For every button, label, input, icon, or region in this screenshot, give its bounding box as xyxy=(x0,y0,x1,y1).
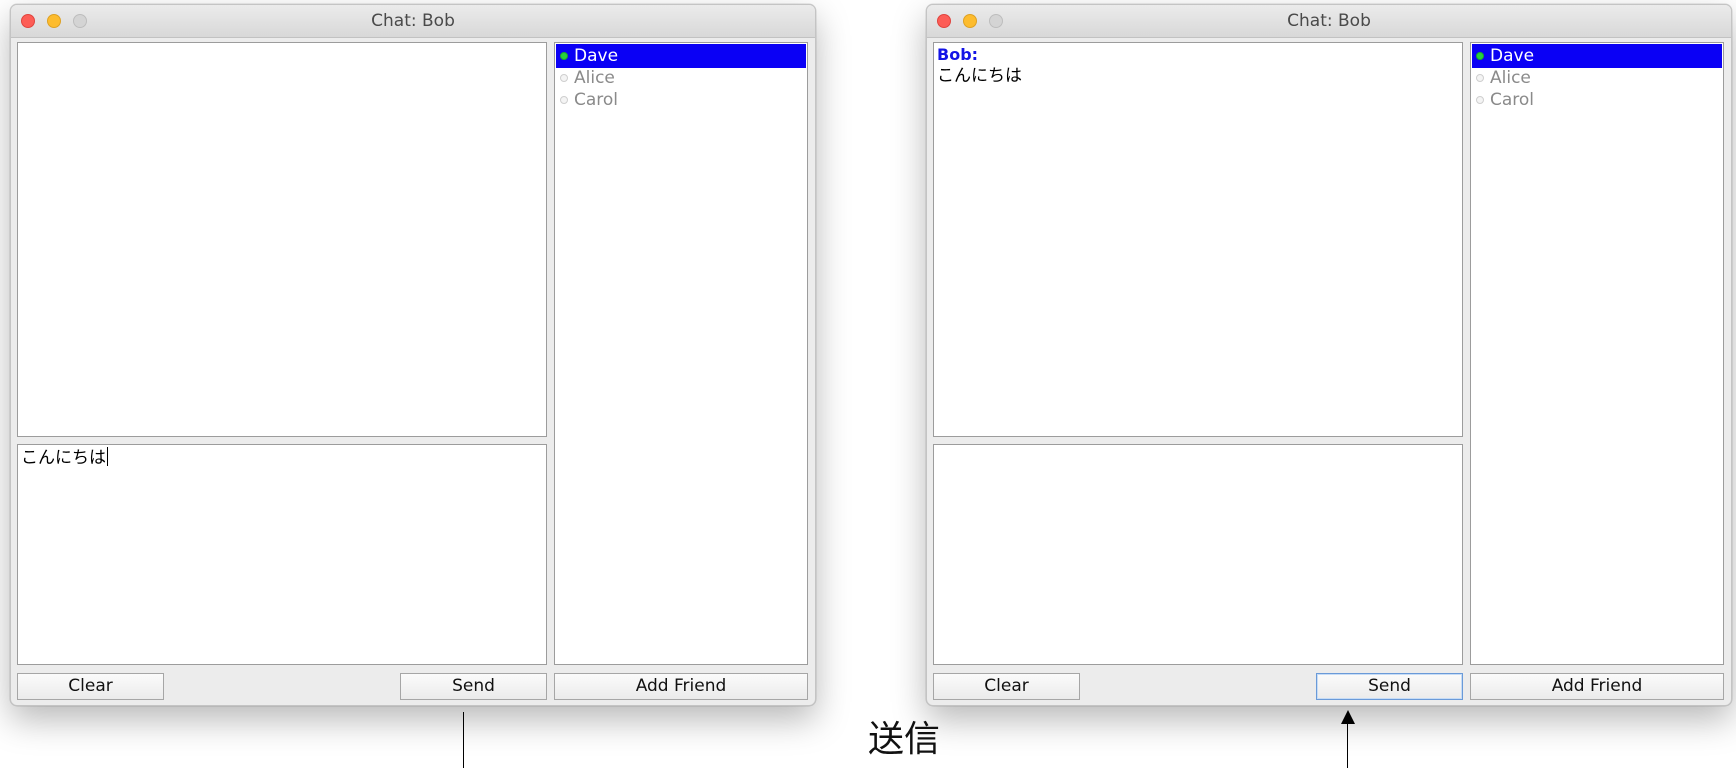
friend-list-item-dave[interactable]: Dave xyxy=(556,44,806,68)
friend-list-item-carol[interactable]: Carol xyxy=(556,88,806,112)
clear-button[interactable]: Clear xyxy=(17,673,164,700)
window-title: Chat: Bob xyxy=(1287,11,1371,31)
window-title: Chat: Bob xyxy=(371,11,455,31)
friend-list-item-dave[interactable]: Dave xyxy=(1472,44,1722,68)
screenshot-stage: Chat: Bob こんにちは Dave Alice Carol Clear S… xyxy=(0,0,1736,768)
offline-status-icon xyxy=(560,74,568,82)
clear-button[interactable]: Clear xyxy=(933,673,1080,700)
chat-window-after: Chat: Bob Bob: こんにちは Dave Alice Carol Cl… xyxy=(926,4,1732,706)
friend-list[interactable]: Dave Alice Carol xyxy=(554,42,808,665)
friend-name: Dave xyxy=(1490,46,1535,66)
message-input-text: こんにちは xyxy=(21,447,108,469)
send-button[interactable]: Send xyxy=(1316,673,1463,700)
online-status-icon xyxy=(560,52,568,60)
send-button[interactable]: Send xyxy=(400,673,547,700)
message-input-field[interactable] xyxy=(933,444,1463,665)
chat-window-before: Chat: Bob こんにちは Dave Alice Carol Clear S… xyxy=(10,4,816,706)
message-input-value: こんにちは xyxy=(21,448,106,468)
annotation-connector-line xyxy=(463,712,464,768)
friend-name: Alice xyxy=(574,68,615,88)
message-text: こんにちは xyxy=(937,66,1022,86)
friend-name: Alice xyxy=(1490,68,1531,88)
offline-status-icon xyxy=(1476,74,1484,82)
offline-status-icon xyxy=(1476,96,1484,104)
message-history-area[interactable] xyxy=(17,42,547,437)
online-status-icon xyxy=(1476,52,1484,60)
message-input-field[interactable]: こんにちは xyxy=(17,444,547,665)
add-friend-button[interactable]: Add Friend xyxy=(1470,673,1724,700)
friend-list-item-alice[interactable]: Alice xyxy=(556,66,806,90)
friend-list[interactable]: Dave Alice Carol xyxy=(1470,42,1724,665)
arrow-up-icon xyxy=(1341,710,1355,724)
friend-name: Carol xyxy=(574,90,619,110)
title-bar[interactable]: Chat: Bob xyxy=(11,5,815,38)
offline-status-icon xyxy=(560,96,568,104)
add-friend-button[interactable]: Add Friend xyxy=(554,673,808,700)
message-sender: Bob: xyxy=(937,45,979,64)
friend-name: Carol xyxy=(1490,90,1535,110)
annotation-arrow-line xyxy=(1347,722,1348,768)
annotation-label: 送信 xyxy=(868,719,941,760)
friend-list-item-alice[interactable]: Alice xyxy=(1472,66,1722,90)
message-history-area[interactable]: Bob: こんにちは xyxy=(933,42,1463,437)
friend-name: Dave xyxy=(574,46,619,66)
title-bar[interactable]: Chat: Bob xyxy=(927,5,1731,38)
friend-list-item-carol[interactable]: Carol xyxy=(1472,88,1722,112)
text-caret xyxy=(107,447,108,466)
